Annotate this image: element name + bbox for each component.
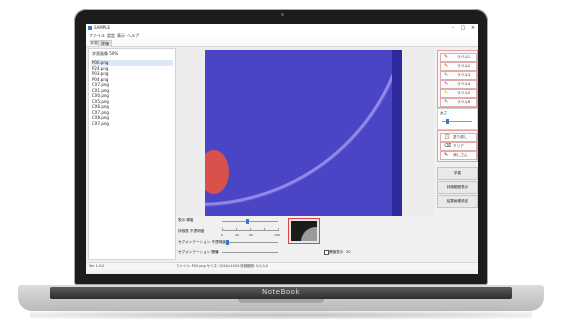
brightness-slider-thumb[interactable] xyxy=(246,219,249,224)
label-tool-button-3[interactable]: ✎ ラベル3 xyxy=(440,71,477,80)
action-label: クリア xyxy=(453,144,464,148)
action-label: 塗り潰し xyxy=(453,135,468,139)
pen-icon: ✎ xyxy=(444,90,449,96)
label-tool-button-1[interactable]: ✎ ラベル1 xyxy=(440,53,477,62)
specimen-image[interactable] xyxy=(205,50,402,216)
eval-region-button[interactable]: 評価範囲表示 xyxy=(437,181,478,194)
seg-threshold-slider[interactable] xyxy=(222,252,278,253)
app-window: SAMPLE – □ × ファイル 設定 表示 ヘルプ 学習 評価 学習画像 5… xyxy=(86,24,478,274)
brush-size-box: 太さ xyxy=(437,108,478,130)
tab-bar: 学習 評価 xyxy=(86,39,478,47)
laptop-notch xyxy=(238,299,324,303)
laptop-shadow xyxy=(30,311,532,319)
label-tool-text: ラベル5 xyxy=(457,91,471,95)
label-tool-text: ラベル2 xyxy=(457,64,471,68)
pen-icon: ✎ xyxy=(444,54,449,60)
label-tools: ✎ ラベル1 ✎ ラベル2 ✎ ラベル3 ✎ ラベル4 ✎ ラベル5 ✎ ラベル6 xyxy=(437,50,478,108)
label-tool-text: ラベル1 xyxy=(457,55,471,59)
image-dark-edge xyxy=(392,50,402,216)
brush-size-thumb[interactable] xyxy=(446,119,449,124)
app-icon xyxy=(88,26,92,30)
fill-icon: 📋 xyxy=(444,134,451,140)
title-bar: SAMPLE – □ × xyxy=(86,24,478,32)
label-tool-button-2[interactable]: ✎ ラベル2 xyxy=(440,62,477,71)
window-title: SAMPLE xyxy=(94,25,110,30)
pen-icon: ✎ xyxy=(444,72,449,78)
label-tool-button-5[interactable]: ✎ ラベル5 xyxy=(440,89,477,98)
label-tool-button-6[interactable]: ✎ ラベル6 xyxy=(440,98,477,107)
pen-icon: ✎ xyxy=(444,99,449,105)
preview-arc xyxy=(301,227,317,241)
clear-button[interactable]: ⌫ クリア xyxy=(440,142,477,151)
brightness-slider[interactable] xyxy=(222,221,278,222)
label-tool-text: ラベル6 xyxy=(457,100,471,104)
result-image-settings-button[interactable]: 結果画像設定 xyxy=(437,195,478,208)
seg-threshold-label: セグメンテーション 閾値 xyxy=(178,250,219,254)
laptop-brand: NoteBook xyxy=(262,288,300,296)
close-button[interactable]: × xyxy=(468,24,478,32)
seg-opacity-label: セグメンテーション 不透明度 xyxy=(178,240,226,244)
edit-actions: 📋 塗り潰し ⌫ クリア ✎ 消しゴム xyxy=(437,130,478,162)
eval-opacity-label: 評価表 不透明度 xyxy=(178,229,205,233)
file-list-header: 学習画像 50% xyxy=(92,51,119,56)
tab-evaluate[interactable]: 評価 xyxy=(98,40,112,47)
minimize-button[interactable]: – xyxy=(448,24,458,32)
label-tool-text: ラベル4 xyxy=(457,82,471,86)
pen-icon: ✎ xyxy=(444,63,449,69)
tick-label: 20 xyxy=(235,233,239,237)
eraser-button[interactable]: ✎ 消しゴム xyxy=(440,151,477,160)
train-button[interactable]: 学習 xyxy=(437,167,478,180)
tick-label: 50 xyxy=(249,233,253,237)
slider-tick xyxy=(264,228,265,231)
pen-icon: ✎ xyxy=(444,81,449,87)
tick-label: 100 xyxy=(274,233,280,237)
preview-thumbnail[interactable] xyxy=(288,218,320,244)
status-info: ファイル: P00.png サイズ: 1024×1024 評価範囲: 0,0,0… xyxy=(176,264,268,268)
image-viewer xyxy=(176,48,434,216)
slider-tick xyxy=(250,228,251,231)
tick-label: 0 xyxy=(221,233,223,237)
maximize-button[interactable]: □ xyxy=(458,24,468,32)
file-list-item[interactable]: CX7.png xyxy=(91,121,173,127)
menu-help[interactable]: ヘルプ xyxy=(127,32,139,39)
file-list-panel: 学習画像 50% P00.png P24.png P03.png P04.png CX7… xyxy=(88,48,176,260)
status-version: Ver 1.0.0 xyxy=(89,264,105,268)
slider-tick xyxy=(222,228,223,231)
label-tool-button-4[interactable]: ✎ ラベル4 xyxy=(440,80,477,89)
menu-bar: ファイル 設定 表示 ヘルプ xyxy=(86,32,478,39)
fill-button[interactable]: 📋 塗り潰し xyxy=(440,133,477,142)
menu-file[interactable]: ファイル xyxy=(89,32,105,39)
webcam xyxy=(281,13,284,16)
petri-dish-rim xyxy=(205,50,402,206)
brush-size-label: 太さ xyxy=(440,111,448,115)
slider-tick xyxy=(236,228,237,231)
label-tool-text: ラベル3 xyxy=(457,73,471,77)
seg-opacity-slider[interactable] xyxy=(222,242,278,243)
brightness-label: 表示 輝度 xyxy=(178,218,194,222)
seg-threshold-value: 0 xyxy=(216,250,219,254)
menu-settings[interactable]: 設定 xyxy=(107,32,115,39)
preview-dark-area xyxy=(291,221,317,241)
display-controls: 表示 輝度 評価表 不透明度 0 20 50 100 セグメンテーション 不透明… xyxy=(176,216,434,261)
clear-icon: ⌫ xyxy=(444,143,452,149)
file-list: P00.png P24.png P03.png P04.png CX7.png CX1.p… xyxy=(91,60,173,126)
action-label: 消しゴム xyxy=(453,153,468,157)
eraser-icon: ✎ xyxy=(444,152,449,158)
seg-opacity-slider-thumb[interactable] xyxy=(226,240,229,245)
menu-view[interactable]: 表示 xyxy=(117,32,125,39)
threshold-display-label: 閾値表示 xyxy=(329,250,344,254)
status-bar: Ver 1.0.0 ファイル: P00.png サイズ: 1024×1024 評… xyxy=(86,262,478,270)
slider-tick xyxy=(278,228,279,231)
threshold-display-value: 20 xyxy=(346,250,351,254)
